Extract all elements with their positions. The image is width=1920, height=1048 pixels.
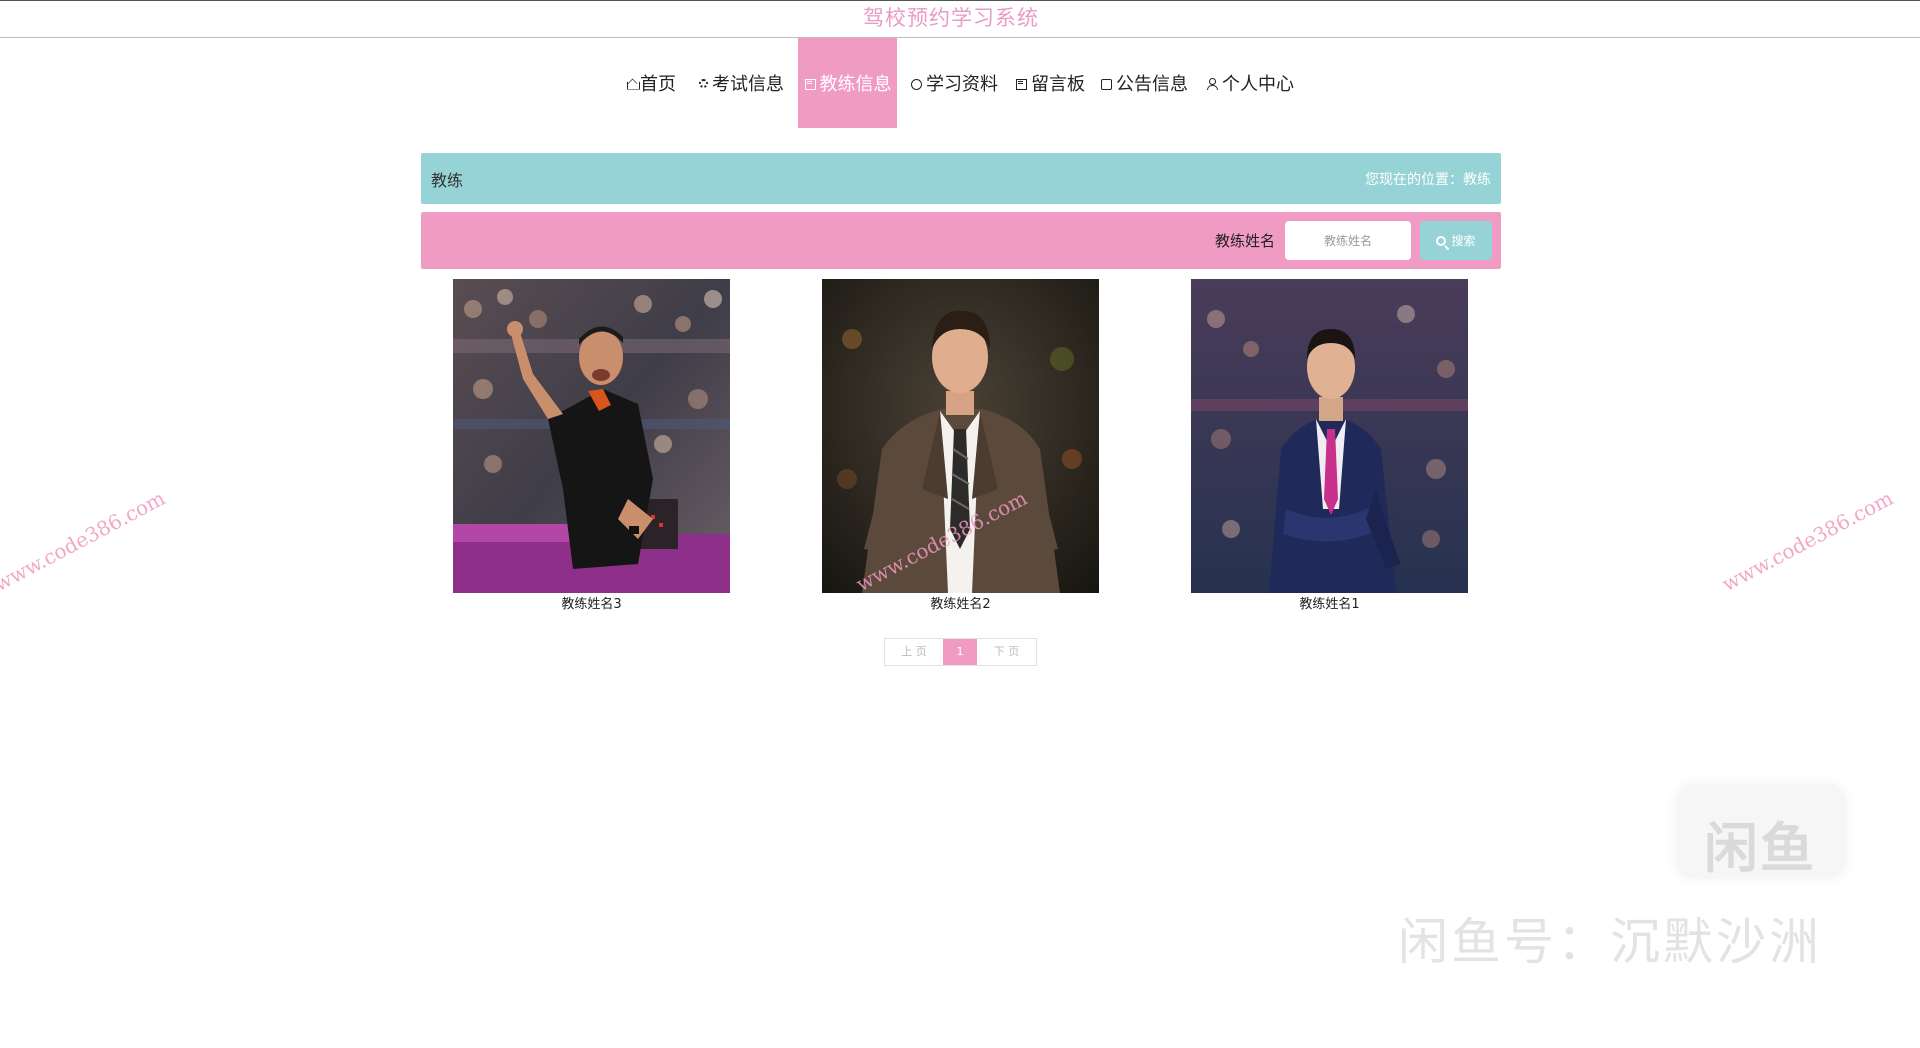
nav-item-label: 个人中心 [1222,74,1294,95]
nav-item-label: 考试信息 [712,74,784,95]
xianyu-handle-watermark: 闲鱼号：沉默沙洲 [1398,913,1822,971]
nav-item-label: 公告信息 [1116,74,1188,95]
breadcrumb: 教练 您现在的位置：教练 [421,153,1501,204]
top-border [0,0,1920,1]
xianyu-logo: 闲鱼 [1676,784,1846,880]
search-icon [1436,235,1447,246]
home-icon [626,77,637,90]
site-title: 驾校预约学习系统 [863,6,1039,30]
gear-icon [698,77,709,90]
prev-page-button[interactable]: 上 页 [885,639,943,665]
nav-item-coach-info[interactable]: 教练信息 [798,38,897,128]
page-title: 教练 [431,170,464,190]
next-page-button[interactable]: 下 页 [977,639,1036,665]
note-icon [1100,77,1113,90]
nav-item-label: 首页 [640,74,676,95]
nav-item-message-board[interactable]: 留言板 [1014,38,1086,128]
xianyu-logo-text: 闲鱼 [1704,817,1816,880]
nav-item-label: 教练信息 [819,74,892,95]
nav-item-exam-info[interactable]: 考试信息 [698,38,784,128]
coach-photo[interactable] [1191,279,1468,593]
coach-photo[interactable] [822,279,1099,593]
nav-item-announcements[interactable]: 公告信息 [1100,38,1188,128]
nav-item-personal-center[interactable]: 个人中心 [1206,38,1294,128]
nav-item-home[interactable]: 首页 [626,38,676,128]
search-label: 教练姓名 [1214,232,1275,250]
nav-item-label: 留言板 [1031,74,1085,95]
nav-item-study-materials[interactable]: 学习资料 [910,38,998,128]
nav-item-label: 学习资料 [926,74,998,95]
current-page-button[interactable]: 1 [943,639,977,665]
circle-icon [910,77,923,90]
search-button[interactable]: 搜索 [1420,221,1492,260]
search-bar: 教练姓名 搜索 [421,212,1501,269]
coach-card[interactable]: 教练姓名1 [1191,279,1468,613]
search-button-label: 搜索 [1451,234,1476,248]
coach-card[interactable]: 教练姓名2 [822,279,1099,613]
coach-name[interactable]: 教练姓名1 [1191,597,1468,613]
pagination: 上 页 1 下 页 [884,638,1037,666]
search-input[interactable] [1285,221,1411,260]
coach-photo[interactable] [453,279,730,593]
board-icon [1015,77,1028,90]
main-nav: 首页 考试信息 教练信息 学习资料 留言板 公告信息 个人中心 [0,38,1920,128]
watermark-left: www.code386.com [0,485,169,597]
watermark-right: www.code386.com [1718,485,1897,597]
coach-icon [804,77,817,90]
coach-name[interactable]: 教练姓名3 [453,597,730,613]
user-icon [1206,77,1219,90]
coach-card[interactable]: 教练姓名3 [453,279,730,613]
coach-name[interactable]: 教练姓名2 [822,597,1099,613]
location-text: 您现在的位置：教练 [1365,171,1491,188]
